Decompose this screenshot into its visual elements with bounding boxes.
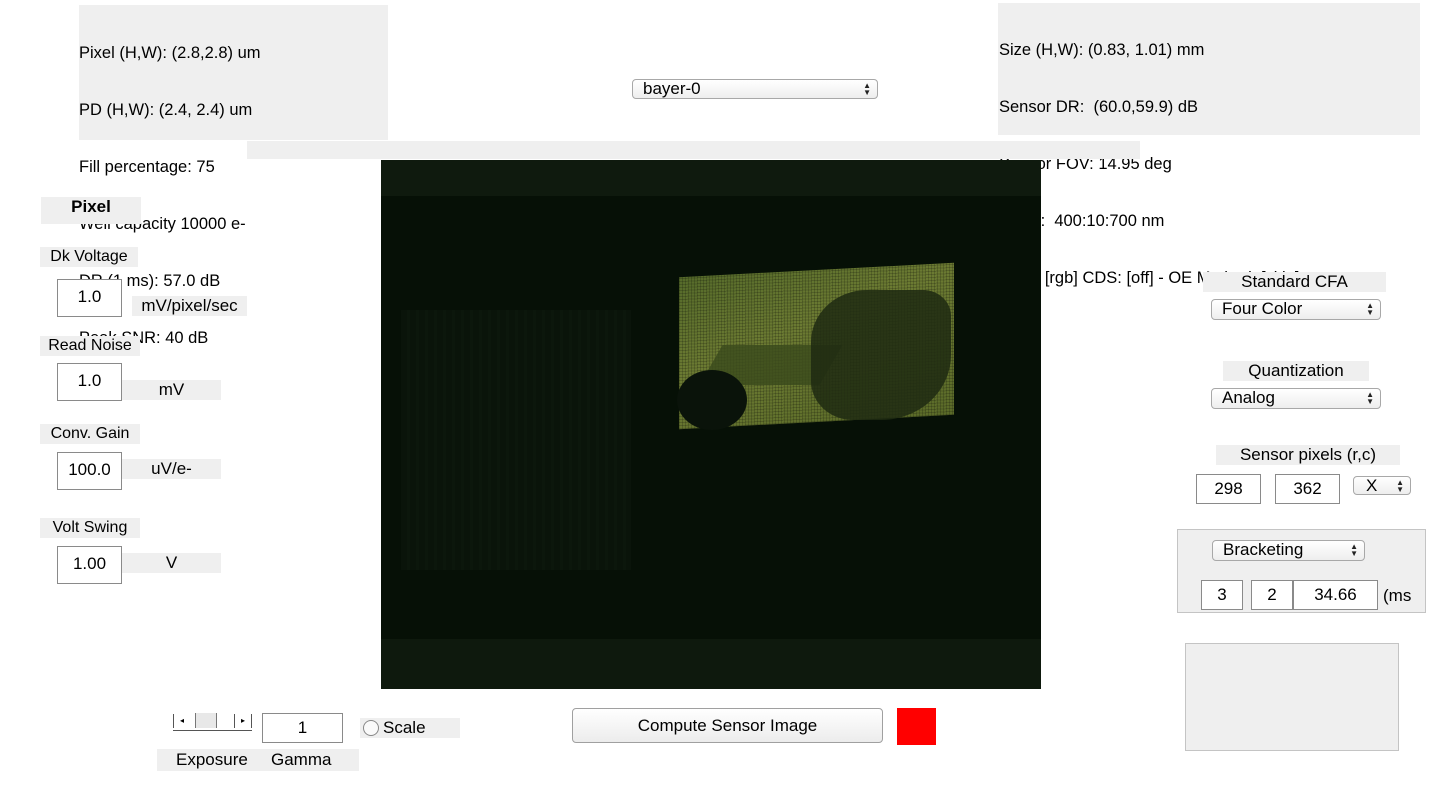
exposure-gamma-labels: Exposure Gamma xyxy=(157,749,359,771)
sensor-rows-input[interactable]: 298 xyxy=(1196,474,1261,504)
exposure-mode-arrows-icon: ▲ ▼ xyxy=(1350,542,1358,558)
sensor-info-panel: Size (H,W): (0.83, 1.01) mm Sensor DR: (… xyxy=(998,3,1420,287)
quantization-select-arrows-icon: ▲ ▼ xyxy=(1366,390,1374,406)
image-top-band xyxy=(381,160,1041,196)
exposure-mode-value: Bracketing xyxy=(1223,540,1304,559)
status-indicator xyxy=(897,708,936,745)
read-noise-unit: mV xyxy=(122,380,221,400)
dk-voltage-input[interactable]: 1.0 xyxy=(57,279,122,317)
sensor-cols-input[interactable]: 362 xyxy=(1275,474,1340,504)
slider-left-arrow-icon[interactable]: ◂ xyxy=(173,714,190,728)
pixel-size-text: Pixel (H,W): (2.8,2.8) um xyxy=(79,44,261,62)
cfa-select-arrows-icon: ▲ ▼ xyxy=(1366,301,1374,317)
pd-size-text: PD (H,W): (2.4, 2.4) um xyxy=(79,101,253,119)
dk-voltage-label: Dk Voltage xyxy=(40,247,138,267)
dynamic-range-text: DR (1 ms): 57.0 dB xyxy=(79,272,221,290)
wave-text: Wave: 400:10:700 nm xyxy=(999,212,1165,230)
size-mode-value: X xyxy=(1366,476,1378,495)
pixel-panel-title: Pixel xyxy=(41,197,141,224)
read-noise-label: Read Noise xyxy=(40,336,140,356)
image-shelf-region xyxy=(401,310,631,570)
quantization-select-value: Analog xyxy=(1222,388,1275,407)
volt-swing-unit: V xyxy=(122,553,221,573)
image-bottom-band xyxy=(381,639,1041,689)
volt-swing-input[interactable]: 1.00 xyxy=(57,546,122,584)
sensor-pixels-label: Sensor pixels (r,c) xyxy=(1216,445,1400,465)
standard-cfa-label: Standard CFA xyxy=(1203,272,1386,292)
bracket-count-input[interactable]: 3 xyxy=(1201,580,1243,610)
image-head-shape xyxy=(677,370,747,430)
conv-gain-unit: uV/e- xyxy=(122,459,221,479)
exposure-slider[interactable]: ◂ ▸ xyxy=(173,713,252,731)
bracket-time-input[interactable]: 34.66 xyxy=(1293,580,1378,610)
empty-panel xyxy=(1185,643,1399,751)
quantization-select[interactable]: Analog ▲ ▼ xyxy=(1211,388,1381,409)
gamma-input[interactable]: 1 xyxy=(262,713,343,743)
sensor-size-text: Size (H,W): (0.83, 1.01) mm xyxy=(999,41,1205,59)
fill-percentage-text: Fill percentage: 75 xyxy=(79,158,215,176)
sensor-image xyxy=(381,160,1041,689)
sensor-select[interactable]: bayer-0 ▲ ▼ xyxy=(632,79,878,99)
volt-swing-label: Volt Swing xyxy=(40,518,140,538)
slider-right-arrow-icon[interactable]: ▸ xyxy=(234,714,252,728)
image-plant-shape xyxy=(811,290,951,420)
size-mode-arrows-icon: ▲ ▼ xyxy=(1396,478,1404,494)
exposure-label: Exposure xyxy=(176,750,248,769)
quantization-label: Quantization xyxy=(1223,361,1369,381)
sensor-dr-text: Sensor DR: (60.0,59.9) dB xyxy=(999,98,1199,116)
title-strip xyxy=(247,141,1140,159)
gamma-label: Gamma xyxy=(271,750,332,769)
conv-gain-label: Conv. Gain xyxy=(40,424,140,444)
cfa-select-value: Four Color xyxy=(1222,299,1303,318)
slider-thumb[interactable] xyxy=(195,713,217,728)
dk-voltage-unit: mV/pixel/sec xyxy=(132,296,247,316)
read-noise-input[interactable]: 1.0 xyxy=(57,363,122,401)
cfa-select[interactable]: Four Color ▲ ▼ xyxy=(1211,299,1381,320)
exposure-mode-select[interactable]: Bracketing ▲ ▼ xyxy=(1212,540,1365,561)
conv-gain-input[interactable]: 100.0 xyxy=(57,452,122,490)
scale-control[interactable]: Scale xyxy=(360,718,460,738)
sensor-select-value: bayer-0 xyxy=(643,79,701,98)
compute-sensor-image-button[interactable]: Compute Sensor Image xyxy=(572,708,883,743)
pixel-info-panel: Pixel (H,W): (2.8,2.8) um PD (H,W): (2.4… xyxy=(79,5,388,347)
time-unit-label: (ms xyxy=(1383,586,1412,605)
select-arrows-icon: ▲ ▼ xyxy=(863,81,871,97)
size-mode-select[interactable]: X ▲ ▼ xyxy=(1353,476,1411,495)
scale-label: Scale xyxy=(383,718,426,737)
bracket-step-input[interactable]: 2 xyxy=(1251,580,1293,610)
scale-radio[interactable] xyxy=(363,720,379,736)
